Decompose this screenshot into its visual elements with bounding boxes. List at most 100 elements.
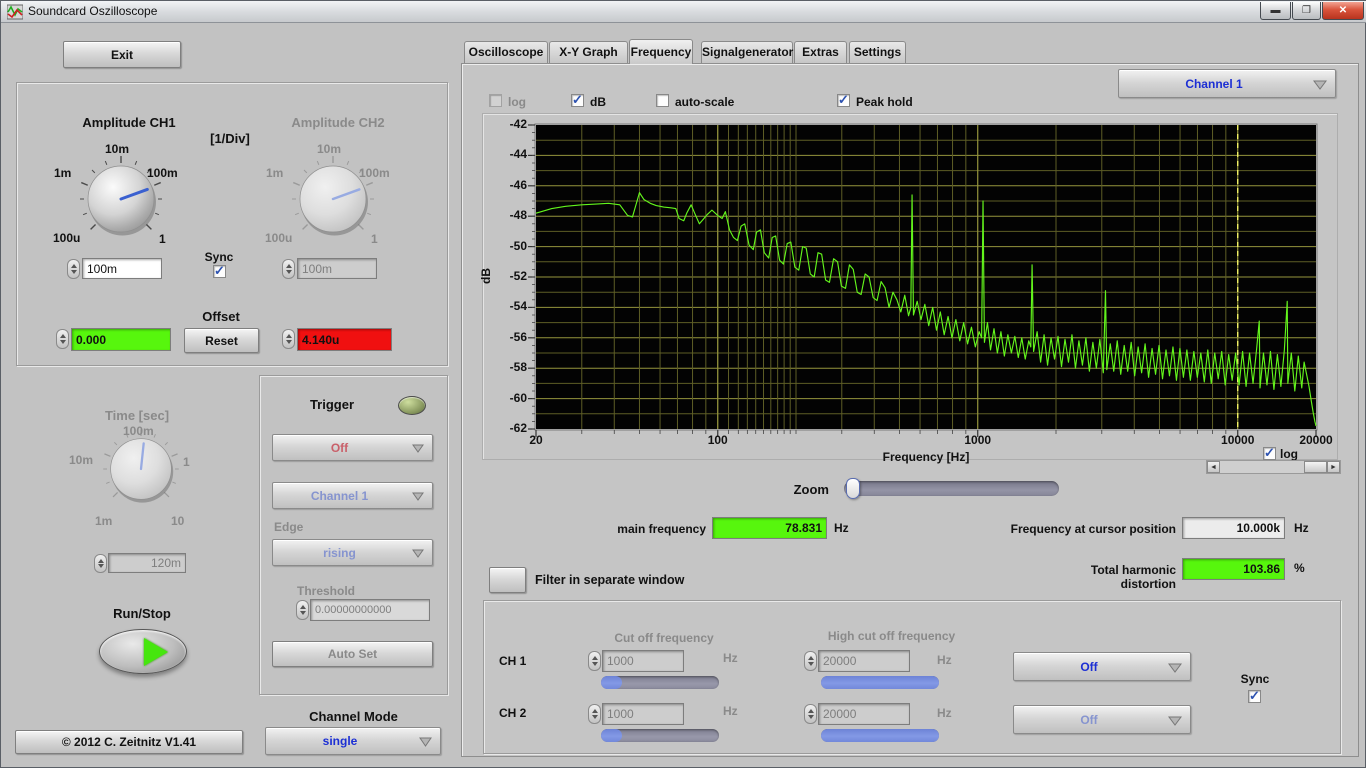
y-tick-label: -60 <box>509 390 527 405</box>
ch2-high-slider[interactable] <box>821 729 939 742</box>
main-frequency-label: main frequency <box>617 522 706 536</box>
ch1-scale-100u: 100u <box>53 231 81 245</box>
plot-scrollbar[interactable]: ◄ ► <box>1206 460 1341 474</box>
autoscale-checkbox[interactable] <box>656 94 669 107</box>
sync-label: Sync <box>204 250 234 264</box>
peakhold-label: Peak hold <box>856 95 913 109</box>
trigger-edge-dropdown: rising <box>272 539 433 566</box>
x-tick-label: 10000 <box>1221 433 1255 447</box>
trigger-source-dropdown: Channel 1 <box>272 482 433 509</box>
chevron-down-icon <box>412 492 424 501</box>
peakhold-checkbox[interactable] <box>837 92 850 108</box>
plot-log-label: log <box>1280 447 1298 461</box>
main-frequency-unit: Hz <box>834 521 849 535</box>
exit-button[interactable]: Exit <box>63 41 181 68</box>
filter-sync-label: Sync <box>1240 672 1270 686</box>
ch1-scale-10m: 10m <box>105 142 130 156</box>
cursor-frequency-label: Frequency at cursor position <box>1010 522 1176 536</box>
ch2-scale-100u: 100u <box>265 231 293 245</box>
restore-button[interactable]: ❐ <box>1292 2 1321 20</box>
ch1-cutoff-slider[interactable] <box>601 676 719 689</box>
threshold-label: Threshold <box>297 584 356 598</box>
tab-signalgenerator[interactable]: Signalgenerator <box>701 41 793 63</box>
zoom-slider-thumb[interactable] <box>846 478 860 499</box>
time-label: Time [sec] <box>104 408 170 423</box>
offset-ch1-spinner[interactable] <box>56 329 69 349</box>
amplitude-ch2-knob <box>292 156 374 236</box>
plot-log-checkbox[interactable] <box>1263 445 1276 461</box>
thd-unit: % <box>1294 561 1305 575</box>
tab-extras[interactable]: Extras <box>794 41 847 63</box>
scroll-left-arrow-icon[interactable]: ◄ <box>1207 461 1220 473</box>
time-value-field: 120m <box>108 553 186 573</box>
db-checkbox[interactable] <box>571 92 584 108</box>
close-icon: ✕ <box>1338 5 1348 16</box>
cursor-frequency-unit: Hz <box>1294 521 1309 535</box>
chevron-down-icon <box>419 737 432 747</box>
ch2-cutoff-slider[interactable] <box>601 729 719 742</box>
chevron-down-icon <box>412 444 424 453</box>
ch1-high-unit: Hz <box>937 653 952 667</box>
amplitude-ch1-knob[interactable] <box>71 149 171 249</box>
edge-label: Edge <box>274 520 304 534</box>
y-tick-label: -58 <box>509 360 527 375</box>
y-tick-label: -42 <box>509 117 527 131</box>
filter-window-button[interactable] <box>489 567 526 593</box>
filter-sync-checkbox[interactable] <box>1248 688 1261 704</box>
trigger-led <box>398 396 426 415</box>
threshold-spinner <box>296 600 309 620</box>
scrollbar-thumb[interactable] <box>1304 461 1327 473</box>
ch1-high-field: 20000 <box>818 650 910 672</box>
y-tick-label: -56 <box>509 329 527 344</box>
tab-frequency[interactable]: Frequency <box>629 39 693 64</box>
filter-window-label: Filter in separate window <box>535 573 685 587</box>
x-tick-label: 100 <box>707 433 728 447</box>
ch1-filter-mode-dropdown[interactable]: Off <box>1013 652 1191 681</box>
offset-label: Offset <box>202 309 240 324</box>
ch1-value-field[interactable]: 100m <box>82 258 162 279</box>
runstop-button[interactable] <box>99 629 187 674</box>
zoom-slider[interactable] <box>844 478 1059 499</box>
sync-checkbox[interactable] <box>213 263 226 279</box>
ch2-filter-mode-dropdown: Off <box>1013 705 1191 734</box>
title-bar: Soundcard Oszilloscope ▬ ❐ ✕ <box>1 1 1366 23</box>
ch1-value-spinner[interactable] <box>67 259 80 279</box>
log-scale-label: log <box>508 95 526 109</box>
spectrum-chart[interactable] <box>525 121 1325 437</box>
window-title: Soundcard Oszilloscope <box>28 4 158 18</box>
minimize-button[interactable]: ▬ <box>1260 2 1291 20</box>
per-div-label: [1/Div] <box>210 131 250 146</box>
ch2-cutoff-unit: Hz <box>723 704 738 718</box>
scroll-right-arrow-icon[interactable]: ► <box>1327 461 1340 473</box>
close-button[interactable]: ✕ <box>1322 2 1364 20</box>
chevron-down-icon <box>1168 663 1182 673</box>
cursor-frequency-field: 10.000k <box>1182 517 1285 539</box>
offset-ch2-spinner[interactable] <box>282 329 295 349</box>
app-icon <box>7 4 23 20</box>
y-axis-label: dB <box>479 268 493 284</box>
channel-mode-dropdown[interactable]: single <box>265 727 441 755</box>
copyright-button[interactable]: © 2012 C. Zeitnitz V1.41 <box>15 730 243 754</box>
chevron-down-icon <box>1168 716 1182 726</box>
offset-ch2-field[interactable]: 4.140u <box>297 328 392 351</box>
minimize-icon: ▬ <box>1270 5 1281 16</box>
app-window: Soundcard Oszilloscope ▬ ❐ ✕ Exit Amplit… <box>0 0 1366 768</box>
y-tick-label: -46 <box>509 177 527 192</box>
tab-oscilloscope[interactable]: Oscilloscope <box>464 41 548 63</box>
offset-ch1-field[interactable]: 0.000 <box>71 328 171 351</box>
play-icon <box>144 638 168 666</box>
time-value-spinner <box>94 554 107 573</box>
ch1-high-slider[interactable] <box>821 676 939 689</box>
filter-ch1-label: CH 1 <box>499 654 527 668</box>
tab-xy-graph[interactable]: X-Y Graph <box>549 41 628 63</box>
threshold-field: 0.00000000000 <box>310 599 430 621</box>
autoscale-label: auto-scale <box>675 95 735 109</box>
time-scale-1m: 1m <box>95 514 113 528</box>
offset-reset-button[interactable]: Reset <box>184 328 259 353</box>
y-tick-label: -44 <box>509 147 527 162</box>
tab-settings[interactable]: Settings <box>849 41 906 63</box>
ch1-high-spinner <box>804 651 817 671</box>
channel-select-dropdown[interactable]: Channel 1 <box>1118 69 1336 98</box>
ch2-scale-1m: 1m <box>266 166 284 180</box>
ch2-value-spinner <box>282 259 295 279</box>
